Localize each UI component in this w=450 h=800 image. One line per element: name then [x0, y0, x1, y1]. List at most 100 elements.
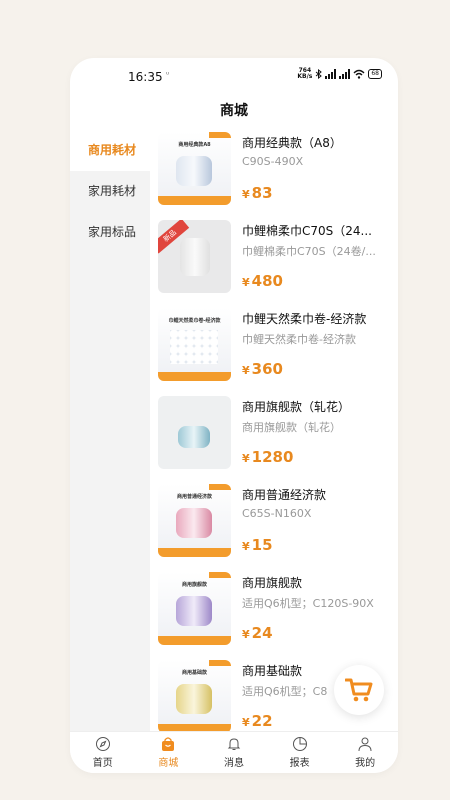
product-price: ¥15: [242, 536, 273, 554]
compass-icon: [95, 737, 110, 751]
product-item[interactable]: 新品 巾鲤棉柔巾C70S（24... 巾鲤棉柔巾C70S（24卷/... ¥48…: [150, 218, 398, 306]
category-sidebar: 商用耗材 家用耗材 家用标品: [70, 130, 150, 731]
status-bar: 16:35 ᵁ 764 KB/s 68: [70, 58, 398, 92]
currency-symbol: ¥: [242, 452, 250, 465]
thumb-tag: [209, 132, 231, 138]
product-spec: 适用Q6机型；C120S-90X: [242, 597, 374, 610]
status-icons: 764 KB/s 68: [297, 68, 382, 80]
product-price: ¥83: [242, 184, 273, 202]
product-image: 商用普通经济款: [158, 484, 231, 557]
price-value: 480: [251, 272, 283, 290]
currency-symbol: ¥: [242, 628, 250, 641]
product-name: 商用旗舰款（轧花）: [242, 400, 351, 414]
product-roll-image: [176, 684, 212, 714]
product-name: 商用经典款（A8）: [242, 136, 342, 150]
wifi-icon: [353, 69, 365, 79]
product-price: ¥1280: [242, 448, 293, 466]
price-value: 1280: [251, 448, 294, 466]
bottom-tab-bar: 首页 商城 消息 报表 我的: [70, 731, 398, 773]
thumb-caption: 商用普通经济款: [176, 494, 212, 500]
network-speed: 764 KB/s: [297, 68, 312, 80]
tab-profile[interactable]: 我的: [332, 732, 398, 773]
bell-icon: [227, 738, 241, 750]
thumb-tag: [209, 572, 231, 578]
network-speed-unit: KB/s: [297, 73, 313, 80]
product-image: 商用经典款A8: [158, 132, 231, 205]
status-aux-text: ᵁ: [166, 71, 170, 79]
product-roll-image: [176, 508, 212, 538]
currency-symbol: ¥: [242, 276, 250, 289]
signal-icon: [325, 69, 337, 79]
product-roll-image: [180, 238, 210, 276]
currency-symbol: ¥: [242, 716, 250, 729]
product-item[interactable]: 商用普通经济款 商用普通经济款 C65S-N160X ¥15: [150, 482, 398, 570]
product-roll-stack-image: [170, 330, 218, 364]
bluetooth-icon: [316, 69, 323, 79]
phone-screen: 16:35 ᵁ 764 KB/s 68 商城 商用耗材 家用耗材 家用标品 商用…: [70, 58, 398, 773]
sidebar-item-household[interactable]: 家用耗材: [70, 171, 150, 212]
price-value: 22: [251, 712, 273, 730]
product-image: 新品: [158, 220, 231, 293]
sidebar-item-household-standard[interactable]: 家用标品: [70, 212, 150, 253]
tab-label: 消息: [223, 758, 244, 769]
product-name: 商用旗舰款: [242, 576, 303, 590]
currency-symbol: ¥: [242, 364, 250, 377]
shopping-bag-icon: [162, 737, 175, 751]
thumb-banner: [158, 724, 231, 731]
currency-symbol: ¥: [242, 188, 250, 201]
product-name: 商用普通经济款: [242, 488, 327, 502]
sidebar-item-commercial[interactable]: 商用耗材: [70, 130, 150, 171]
thumb-caption: 商用旗舰款: [181, 582, 207, 588]
thumb-tag: [209, 484, 231, 490]
status-time: 16:35: [128, 70, 163, 84]
tab-label: 报表: [289, 758, 310, 769]
product-list: 商用经典款A8 商用经典款（A8） C90S-490X ¥83 新品 巾鲤棉柔巾…: [150, 130, 398, 731]
product-spec: 巾鲤天然柔巾卷-经济款: [242, 333, 356, 346]
page-title: 商城: [220, 103, 248, 119]
product-name: 巾鲤棉柔巾C70S（24...: [242, 224, 372, 238]
currency-symbol: ¥: [242, 540, 250, 553]
tab-reports[interactable]: 报表: [267, 732, 333, 773]
thumb-banner: [158, 636, 231, 645]
thumb-banner: [158, 372, 231, 381]
product-item[interactable]: 商用旗舰款（轧花） 商用旗舰款（轧花） ¥1280: [150, 394, 398, 482]
product-image: 巾鲤天然柔巾卷-经济款: [158, 308, 231, 381]
product-price: ¥22: [242, 712, 273, 730]
product-item[interactable]: 巾鲤天然柔巾卷-经济款 巾鲤天然柔巾卷-经济款 巾鲤天然柔巾卷-经济款 ¥360: [150, 306, 398, 394]
tab-label: 首页: [92, 758, 113, 769]
product-item[interactable]: 商用旗舰款 商用旗舰款 适用Q6机型；C120S-90X ¥24: [150, 570, 398, 658]
product-item[interactable]: 商用经典款A8 商用经典款（A8） C90S-490X ¥83: [150, 130, 398, 218]
shopping-cart-icon: [345, 678, 373, 702]
tab-home[interactable]: 首页: [70, 732, 136, 773]
price-value: 83: [251, 184, 273, 202]
product-roll-image: [176, 156, 212, 186]
price-value: 15: [251, 536, 273, 554]
thumb-banner: [158, 548, 231, 557]
user-icon: [358, 737, 372, 752]
battery-level: 68: [371, 70, 379, 77]
product-box-image: [178, 426, 210, 448]
product-image: 商用基础款: [158, 660, 231, 731]
product-price: ¥480: [242, 272, 283, 290]
tab-messages[interactable]: 消息: [201, 732, 267, 773]
product-roll-image: [176, 596, 212, 626]
battery-icon: 68: [368, 69, 382, 79]
signal-icon-2: [339, 69, 351, 79]
product-name: 巾鲤天然柔巾卷-经济款: [242, 312, 367, 326]
product-price: ¥24: [242, 624, 273, 642]
tab-label: 我的: [355, 758, 376, 769]
product-spec: 商用旗舰款（轧花）: [242, 421, 341, 434]
tab-label: 商城: [158, 758, 179, 769]
thumb-banner: [158, 196, 231, 205]
cart-button[interactable]: [334, 665, 384, 715]
product-image: [158, 396, 231, 469]
product-spec: 巾鲤棉柔巾C70S（24卷/...: [242, 245, 376, 258]
tab-mall[interactable]: 商城: [136, 732, 202, 773]
product-image: 商用旗舰款: [158, 572, 231, 645]
product-spec: C65S-N160X: [242, 507, 312, 520]
thumb-caption: 商用经典款A8: [178, 142, 211, 148]
thumb-caption: 商用基础款: [181, 670, 207, 676]
price-value: 24: [251, 624, 273, 642]
product-price: ¥360: [242, 360, 283, 378]
price-value: 360: [251, 360, 283, 378]
